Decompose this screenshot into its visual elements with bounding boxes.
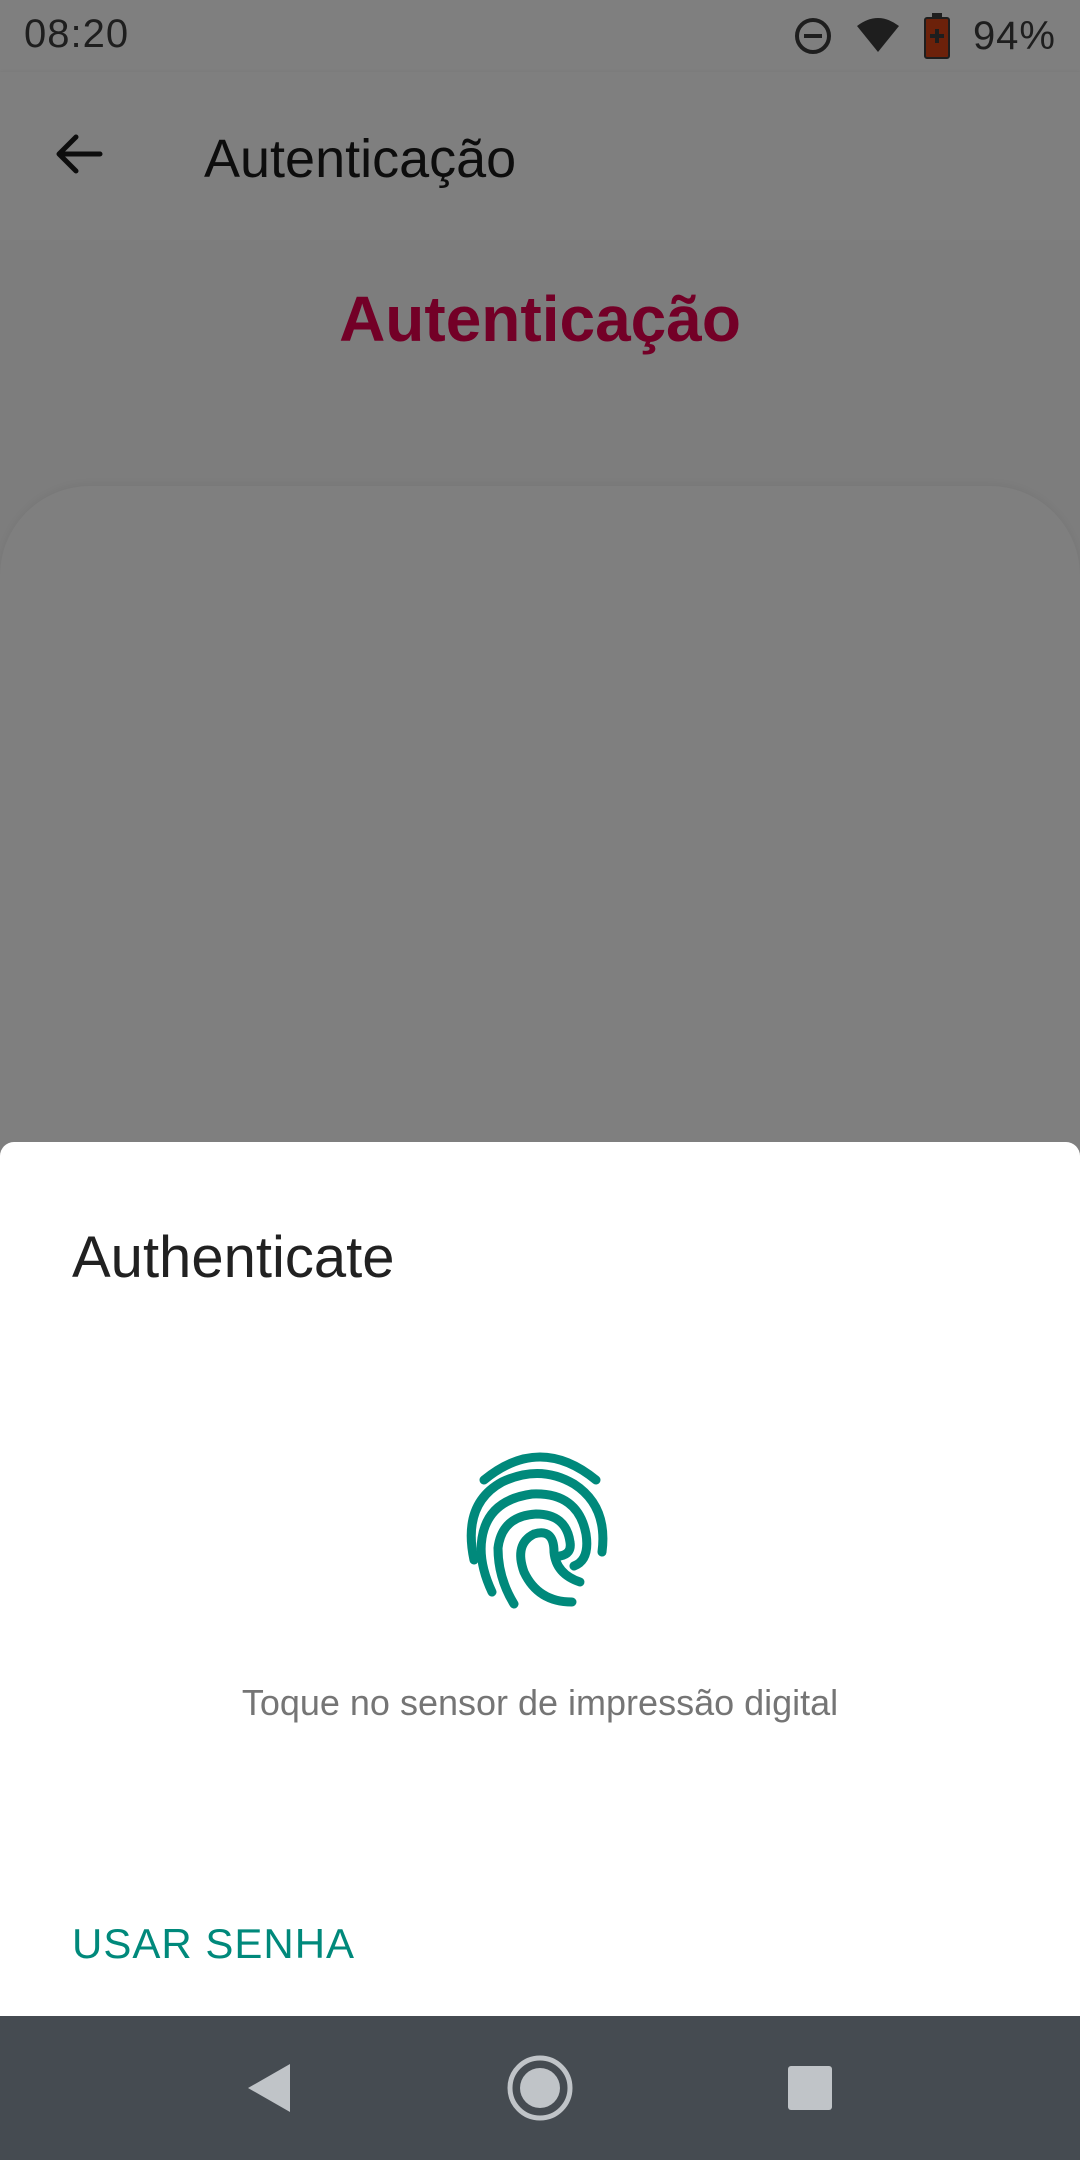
recents-icon[interactable] [774,2052,846,2124]
dialog-title: Authenticate [72,1225,395,1290]
back-icon[interactable] [234,2052,306,2124]
authenticate-dialog: Authenticate Toque no sensor de impressã… [0,1142,1080,2016]
home-icon[interactable] [504,2052,576,2124]
navigation-bar [0,2016,1080,2160]
use-password-button[interactable]: USAR SENHA [72,1920,355,1968]
fingerprint-hint: Toque no sensor de impressão digital [241,1682,839,1723]
screen: 08:20 94% Autenticação Autenticaçã [0,0,1080,2160]
fingerprint-icon [466,1452,608,1609]
